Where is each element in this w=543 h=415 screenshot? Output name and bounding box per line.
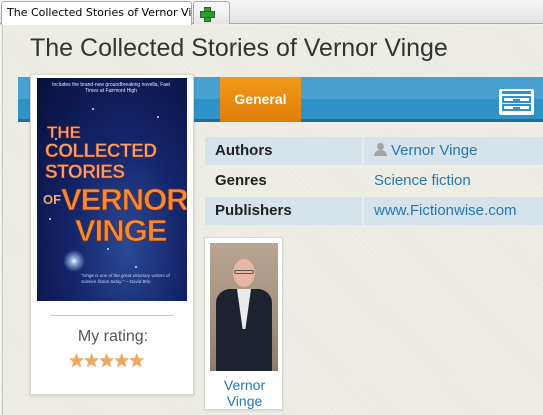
cover-card: Includes the brand-new groundbreaking no…	[30, 74, 194, 395]
author-card-name[interactable]: Vernor Vinge	[205, 377, 284, 409]
details-table: Authors Vernor Vinge Genres Science fict…	[205, 137, 543, 227]
authors-value[interactable]: Vernor Vinge	[364, 137, 543, 165]
rating-stars[interactable]: ★★★★★	[68, 352, 145, 372]
book-cover-image[interactable]: Includes the brand-new groundbreaking no…	[37, 78, 187, 301]
person-icon	[374, 143, 387, 156]
author-link[interactable]: Vernor Vinge	[391, 142, 477, 159]
tab-bar: The Collected Stories of Vernor Vinge	[0, 0, 543, 25]
cover-title-stories: STORIES	[45, 162, 126, 184]
cover-author-last: VINGE	[75, 213, 168, 249]
genres-label: Genres	[215, 172, 267, 189]
cover-title-of: OF	[43, 192, 62, 207]
new-tab-button[interactable]	[193, 1, 230, 24]
publisher-link[interactable]: www.Fictionwise.com	[364, 197, 543, 225]
author-last-name[interactable]: Vinge	[227, 393, 263, 409]
publishers-label: Publishers	[205, 197, 362, 225]
cover-blurb: Includes the brand-new groundbreaking no…	[52, 82, 170, 94]
author-card[interactable]: Vernor Vinge	[204, 237, 283, 410]
divider	[50, 315, 174, 316]
tab-book[interactable]: The Collected Stories of Vernor Vinge	[1, 1, 192, 25]
tab-general[interactable]: General	[220, 77, 301, 122]
cover-title-the: THE	[47, 123, 82, 143]
authors-label: Authors	[205, 137, 362, 165]
book-page: The Collected Stories of Vernor Vinge Ge…	[2, 25, 543, 415]
star-icon[interactable]: ★	[128, 352, 145, 371]
genre-link[interactable]: Science fiction	[364, 167, 543, 195]
cover-quote: "Vinge is one of the great visionary wri…	[81, 273, 170, 284]
table-row: Publishers www.Fictionwise.com	[205, 197, 543, 227]
table-row: Genres Science fiction	[205, 167, 543, 197]
page-title: The Collected Stories of Vernor Vinge	[30, 34, 448, 62]
author-photo[interactable]	[210, 243, 278, 371]
cover-title-collected: COLLECTED	[45, 141, 158, 163]
table-row: Authors Vernor Vinge	[205, 137, 543, 167]
author-first-name[interactable]: Vernor	[224, 377, 265, 393]
file-cabinet-icon[interactable]	[499, 89, 534, 115]
plus-icon[interactable]	[200, 7, 215, 22]
rating-label: My rating:	[77, 328, 149, 345]
